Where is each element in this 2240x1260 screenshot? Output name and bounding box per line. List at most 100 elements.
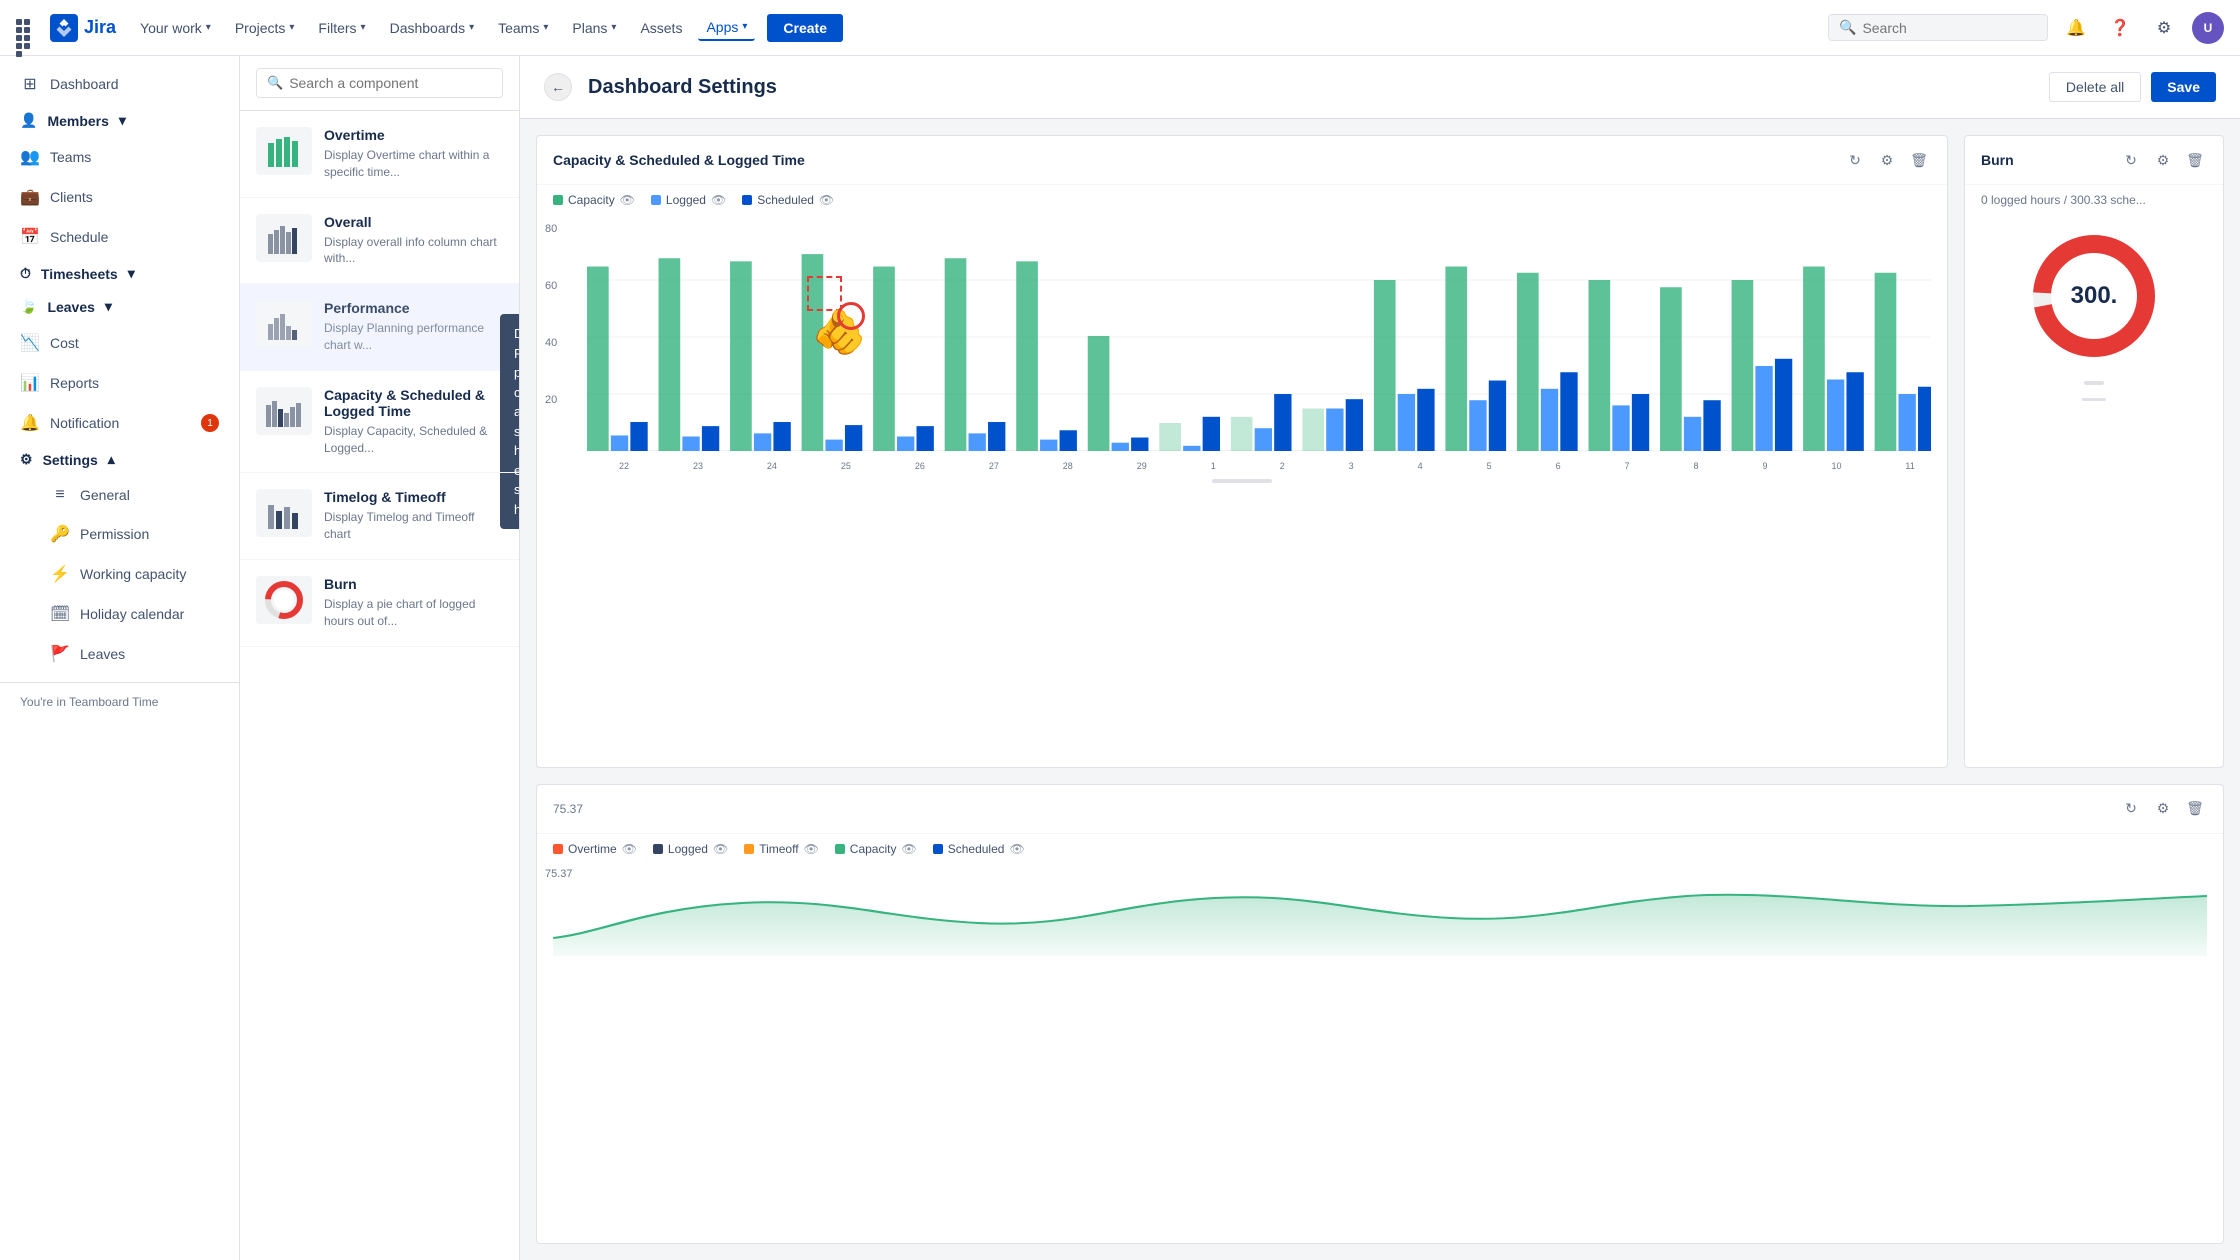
legend-scheduled-eye[interactable]: 👁 (819, 193, 834, 207)
search-icon: 🔍 (1839, 19, 1856, 36)
dashboard-icon: ⊞ (20, 74, 40, 94)
capacity-x-axis: 22232425262728291234567891011 (537, 461, 1947, 471)
legend-capacity-eye[interactable]: 👁 (620, 193, 635, 207)
overall-settings-btn[interactable]: ⚙ (2151, 797, 2175, 821)
overall-refresh-btn[interactable]: ↻ (2119, 797, 2143, 821)
nav-plans[interactable]: Plans ▾ (564, 16, 624, 40)
sidebar-label-permission: Permission (80, 526, 219, 542)
component-item-burn[interactable]: Burn Display a pie chart of logged hours… (240, 560, 519, 647)
nav-your-work[interactable]: Your work ▾ (132, 16, 219, 40)
legend-timeoff-eye[interactable]: 👁 (804, 842, 819, 856)
overall-widget-header: 75.37 ↻ ⚙ 🗑 (537, 785, 2223, 834)
component-item-capacity-scheduled[interactable]: Capacity & Scheduled & Logged Time Displ… (240, 371, 519, 474)
legend-timeoff-label: Timeoff (759, 842, 798, 856)
legend-capacity: Capacity 👁 (553, 193, 635, 207)
timelog-thumb (256, 489, 312, 537)
sidebar-label-working-capacity: Working capacity (80, 566, 219, 582)
performance-name: Performance (324, 300, 503, 316)
notifications-icon[interactable]: 🔔 (2060, 12, 2092, 44)
capacity-delete-btn[interactable]: 🗑 (1907, 148, 1931, 172)
component-item-overall[interactable]: Overall Display overall info column char… (240, 198, 519, 285)
scroll-bar[interactable] (1212, 479, 1272, 483)
notification-icon: 🔔 (20, 413, 40, 433)
legend-overall-scheduled-eye[interactable]: 👁 (1009, 842, 1024, 856)
sidebar-item-schedule[interactable]: 📅 Schedule (0, 217, 239, 257)
jira-logo-icon (50, 14, 78, 42)
capacity-refresh-btn[interactable]: ↻ (1843, 148, 1867, 172)
legend-overall-capacity-eye[interactable]: 👁 (901, 842, 916, 856)
burn-info: Burn Display a pie chart of logged hours… (324, 576, 503, 630)
component-search-box[interactable]: 🔍 (256, 68, 503, 98)
timelog-name: Timelog & Timeoff (324, 489, 503, 505)
overall-chart-area: 75.37 (537, 864, 2223, 964)
save-button[interactable]: Save (2151, 72, 2216, 102)
capacity-scheduled-info: Capacity & Scheduled & Logged Time Displ… (324, 387, 503, 457)
burn-resize-handle[interactable] (1965, 389, 2223, 409)
overtime-name: Overtime (324, 127, 503, 143)
sidebar-item-reports[interactable]: 📊 Reports (0, 363, 239, 403)
nav-apps[interactable]: Apps ▾ (698, 15, 755, 41)
delete-all-button[interactable]: Delete all (2049, 72, 2141, 102)
sidebar-label-members: Members (47, 113, 108, 129)
component-search-input[interactable] (289, 75, 492, 91)
nav-logo[interactable]: Jira (50, 14, 116, 42)
burn-delete-btn[interactable]: 🗑 (2183, 148, 2207, 172)
sidebar-item-members[interactable]: 👤 Members ▾ (0, 104, 239, 137)
sidebar-label-holiday-calendar: Holiday calendar (80, 606, 219, 622)
search-box[interactable]: 🔍 (1828, 14, 2048, 41)
sidebar-item-clients[interactable]: 💼 Clients (0, 177, 239, 217)
jira-logo-text: Jira (84, 17, 116, 38)
burn-thumb (256, 576, 312, 624)
nav-assets[interactable]: Assets (632, 16, 690, 40)
legend-overall-scheduled: Scheduled 👁 (933, 842, 1025, 856)
component-item-performance[interactable]: Performance Display Planning performance… (240, 284, 519, 371)
page-title: Dashboard Settings (588, 76, 777, 99)
burn-settings-btn[interactable]: ⚙ (2151, 148, 2175, 172)
burn-donut-area: 300. (1965, 215, 2223, 377)
legend-overtime-eye[interactable]: 👁 (622, 842, 637, 856)
legend-logged-eye[interactable]: 👁 (711, 193, 726, 207)
timesheets-icon: ⏱ (20, 265, 31, 282)
burn-scroll-bar[interactable] (2084, 381, 2104, 385)
sidebar-item-leaves[interactable]: 🍃 Leaves ▾ (0, 290, 239, 323)
sidebar-item-working-capacity[interactable]: ⚡ Working capacity (0, 554, 239, 594)
user-avatar[interactable]: U (2192, 12, 2224, 44)
schedule-icon: 📅 (20, 227, 40, 247)
permission-icon: 🔑 (50, 524, 70, 544)
sidebar-item-settings[interactable]: ⚙ Settings ▴ (0, 443, 239, 476)
burn-refresh-btn[interactable]: ↻ (2119, 148, 2143, 172)
component-item-overtime[interactable]: Overtime Display Overtime chart within a… (240, 111, 519, 198)
create-button[interactable]: Create (767, 14, 843, 42)
legend-overall-logged-dot (653, 844, 663, 854)
back-button[interactable]: ← (544, 73, 572, 101)
sidebar-footer: You're in Teamboard Time (0, 682, 239, 721)
grid-icon[interactable] (16, 19, 34, 37)
nav-right: 🔍 🔔 ❓ ⚙ U (1828, 12, 2224, 44)
members-icon: 👤 (20, 112, 37, 129)
legend-overall-logged-eye[interactable]: 👁 (713, 842, 728, 856)
sidebar-item-leaves-settings[interactable]: 🚩 Leaves (0, 634, 239, 674)
component-item-timelog[interactable]: Timelog & Timeoff Display Timelog and Ti… (240, 473, 519, 560)
sidebar-item-general[interactable]: ≡ General (0, 476, 239, 514)
members-chevron: ▾ (119, 112, 126, 129)
sidebar-item-teams[interactable]: 👥 Teams (0, 137, 239, 177)
sidebar-item-timesheets[interactable]: ⏱ Timesheets ▾ (0, 257, 239, 290)
overall-delete-btn[interactable]: 🗑 (2183, 797, 2207, 821)
sidebar-item-notification[interactable]: 🔔 Notification 1 (0, 403, 239, 443)
search-input[interactable] (1862, 20, 2037, 36)
nav-dashboards[interactable]: Dashboards ▾ (382, 16, 483, 40)
settings-icon[interactable]: ⚙ (2148, 12, 2180, 44)
nav-teams[interactable]: Teams ▾ (490, 16, 556, 40)
sidebar-item-dashboard[interactable]: ⊞ Dashboard (0, 64, 239, 104)
sidebar-item-cost[interactable]: 📉 Cost (0, 323, 239, 363)
sidebar-item-holiday-calendar[interactable]: 🗓 Holiday calendar (0, 594, 239, 634)
overtime-desc: Display Overtime chart within a specific… (324, 147, 503, 181)
help-icon[interactable]: ❓ (2104, 12, 2136, 44)
sidebar-label-reports: Reports (50, 375, 219, 391)
legend-logged: Logged 👁 (651, 193, 726, 207)
sidebar-item-permission[interactable]: 🔑 Permission (0, 514, 239, 554)
nav-filters[interactable]: Filters ▾ (310, 16, 373, 40)
nav-projects[interactable]: Projects ▾ (227, 16, 303, 40)
burn-widget: Burn ↻ ⚙ 🗑 0 logged hours / 300.33 sche.… (1964, 135, 2224, 768)
capacity-settings-btn[interactable]: ⚙ (1875, 148, 1899, 172)
